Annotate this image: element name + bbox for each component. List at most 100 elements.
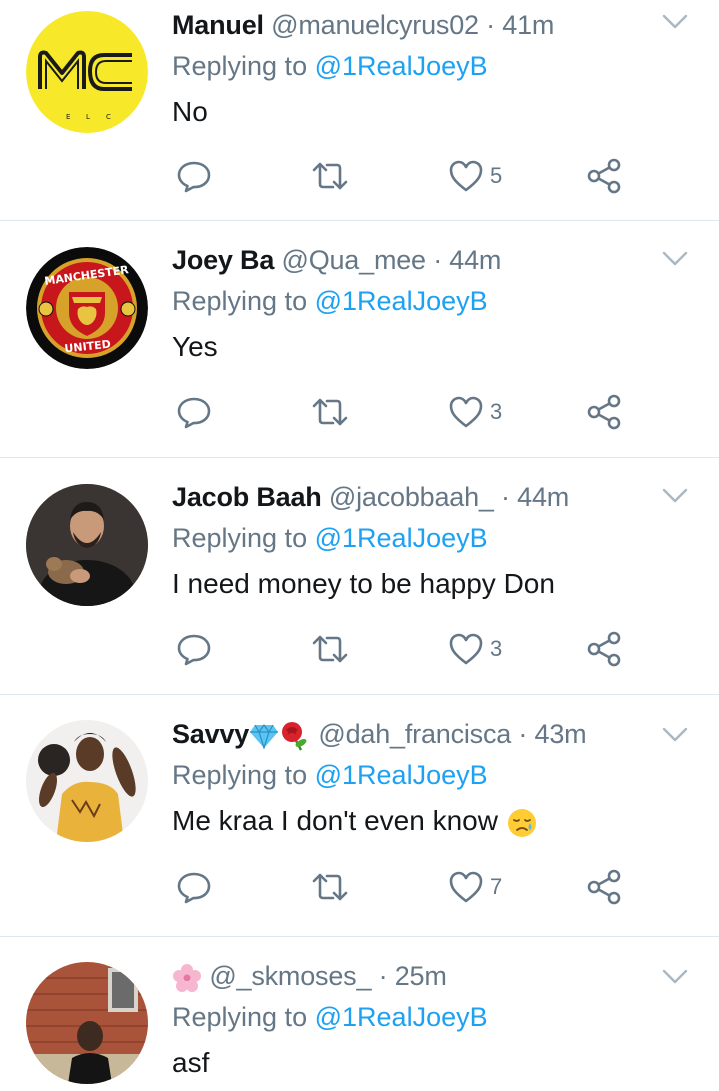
avatar[interactable]	[26, 484, 148, 606]
tweet-text: No	[172, 96, 208, 127]
heart-icon	[449, 160, 483, 192]
tweet-header: Manuel @manuelcyrus02 · 41m	[172, 6, 689, 44]
tweet-menu-button[interactable]	[661, 249, 689, 269]
chevron-down-icon	[662, 969, 688, 984]
reply-target-link[interactable]: @1RealJoeyB	[315, 523, 488, 553]
tweet-body: Jacob Baah @jacobbaah_ · 44m Replying to…	[172, 478, 689, 602]
share-icon	[587, 869, 621, 905]
retweet-icon	[312, 873, 348, 901]
timestamp[interactable]: 25m	[395, 961, 447, 991]
display-name[interactable]: Jacob Baah	[172, 482, 322, 512]
reply-target-link[interactable]: @1RealJoeyB	[315, 760, 488, 790]
user-handle[interactable]: @_skmoses_	[209, 961, 371, 991]
tweet[interactable]: E L C Manuel @manuelcyrus02 · 41m Replyi…	[0, 0, 719, 221]
like-count: 3	[490, 399, 503, 424]
avatar[interactable]	[26, 962, 148, 1084]
tweet-menu-button[interactable]	[661, 486, 689, 506]
user-handle[interactable]: @manuelcyrus02	[271, 10, 479, 40]
share-button[interactable]	[586, 392, 622, 432]
tweet-header: Jacob Baah @jacobbaah_ · 44m	[172, 478, 689, 516]
separator: ·	[518, 719, 528, 749]
like-button[interactable]: 7	[448, 867, 502, 907]
tweet-header: @_skmoses_ · 25m	[172, 957, 689, 995]
tweet-body: @_skmoses_ · 25m Replying to @1RealJoeyB…	[172, 957, 689, 1081]
gem-emoji-icon	[250, 723, 279, 749]
heart-icon	[449, 633, 483, 665]
display-name[interactable]: Savvy	[172, 719, 249, 749]
tweet[interactable]: Savvy @dah_francisca · 43m Replying to @…	[0, 695, 719, 937]
tweet-body: Joey Ba @Qua_mee · 44m Replying to @1Rea…	[172, 241, 689, 365]
user-handle[interactable]: @jacobbaah_	[329, 482, 494, 512]
user-handle[interactable]: @dah_francisca	[318, 719, 511, 749]
reply-button[interactable]	[176, 867, 212, 907]
reply-icon	[177, 634, 211, 666]
reply-button[interactable]	[176, 156, 212, 196]
avatar[interactable]: MANCHESTER UNITED	[26, 247, 148, 369]
tweet[interactable]: @_skmoses_ · 25m Replying to @1RealJoeyB…	[0, 937, 719, 1091]
separator: ·	[378, 961, 388, 991]
separator: ·	[486, 10, 495, 40]
timestamp[interactable]: 44m	[517, 482, 569, 512]
tweet[interactable]: MANCHESTER UNITED Joey Ba @Qua_mee · 44m…	[0, 221, 719, 458]
reply-target-link[interactable]: @1RealJoeyB	[315, 51, 488, 81]
replying-to: Replying to @1RealJoeyB	[172, 999, 689, 1035]
timestamp[interactable]: 43m	[535, 719, 587, 749]
tweet-header: Savvy @dah_francisca · 43m	[172, 715, 689, 753]
share-button[interactable]	[586, 156, 622, 196]
tweet[interactable]: Jacob Baah @jacobbaah_ · 44m Replying to…	[0, 458, 719, 695]
sad-relieved-face-emoji-icon	[507, 808, 536, 837]
replying-to: Replying to @1RealJoeyB	[172, 757, 689, 793]
like-button[interactable]: 3	[448, 629, 502, 669]
replying-to-label: Replying to	[172, 286, 308, 316]
timestamp[interactable]: 44m	[449, 245, 501, 275]
retweet-button[interactable]	[310, 629, 350, 669]
tweet-text: Me kraa I don't even know	[172, 805, 498, 836]
chevron-down-icon	[662, 488, 688, 503]
retweet-button[interactable]	[310, 867, 350, 907]
tweet-menu-button[interactable]	[661, 967, 689, 987]
tweet-text: asf	[172, 1047, 210, 1078]
tweet-actions: 5	[176, 156, 636, 196]
replying-to-label: Replying to	[172, 51, 308, 81]
share-icon	[587, 394, 621, 430]
separator: ·	[501, 482, 510, 512]
like-button[interactable]: 5	[448, 156, 502, 196]
avatar[interactable]: E L C	[26, 11, 148, 133]
display-name[interactable]: Manuel	[172, 10, 264, 40]
share-button[interactable]	[586, 629, 622, 669]
heart-icon	[449, 871, 483, 903]
tweet-text: Yes	[172, 331, 218, 362]
mc-logo-icon: E L C	[26, 11, 148, 133]
like-count: 7	[490, 874, 503, 899]
reply-button[interactable]	[176, 392, 212, 432]
tweet-body: Savvy @dah_francisca · 43m Replying to @…	[172, 715, 689, 839]
share-button[interactable]	[586, 867, 622, 907]
tweet-menu-button[interactable]	[661, 725, 689, 745]
tweet-text-container: Me kraa I don't even know	[172, 803, 689, 839]
replying-to-label: Replying to	[172, 523, 308, 553]
tweet-actions: 3	[176, 629, 636, 669]
display-name[interactable]: Joey Ba	[172, 245, 274, 275]
cherry-blossom-emoji-icon	[173, 963, 201, 992]
manchester-united-crest-icon: MANCHESTER UNITED	[26, 247, 148, 369]
replying-to: Replying to @1RealJoeyB	[172, 48, 689, 84]
replying-to: Replying to @1RealJoeyB	[172, 283, 689, 319]
timestamp[interactable]: 41m	[502, 10, 554, 40]
avatar[interactable]	[26, 720, 148, 842]
person-photo-icon	[26, 484, 148, 606]
like-button[interactable]: 3	[448, 392, 502, 432]
reply-target-link[interactable]: @1RealJoeyB	[315, 1002, 488, 1032]
chevron-down-icon	[662, 251, 688, 266]
retweet-button[interactable]	[310, 156, 350, 196]
retweet-button[interactable]	[310, 392, 350, 432]
replying-to: Replying to @1RealJoeyB	[172, 520, 689, 556]
tweet-text: I need money to be happy Don	[172, 568, 555, 599]
user-handle[interactable]: @Qua_mee	[281, 245, 426, 275]
replying-to-label: Replying to	[172, 760, 308, 790]
svg-text:L: L	[86, 113, 90, 121]
tweet-menu-button[interactable]	[661, 12, 689, 32]
reply-target-link[interactable]: @1RealJoeyB	[315, 286, 488, 316]
share-icon	[587, 631, 621, 667]
reply-button[interactable]	[176, 629, 212, 669]
svg-text:C: C	[106, 113, 111, 121]
